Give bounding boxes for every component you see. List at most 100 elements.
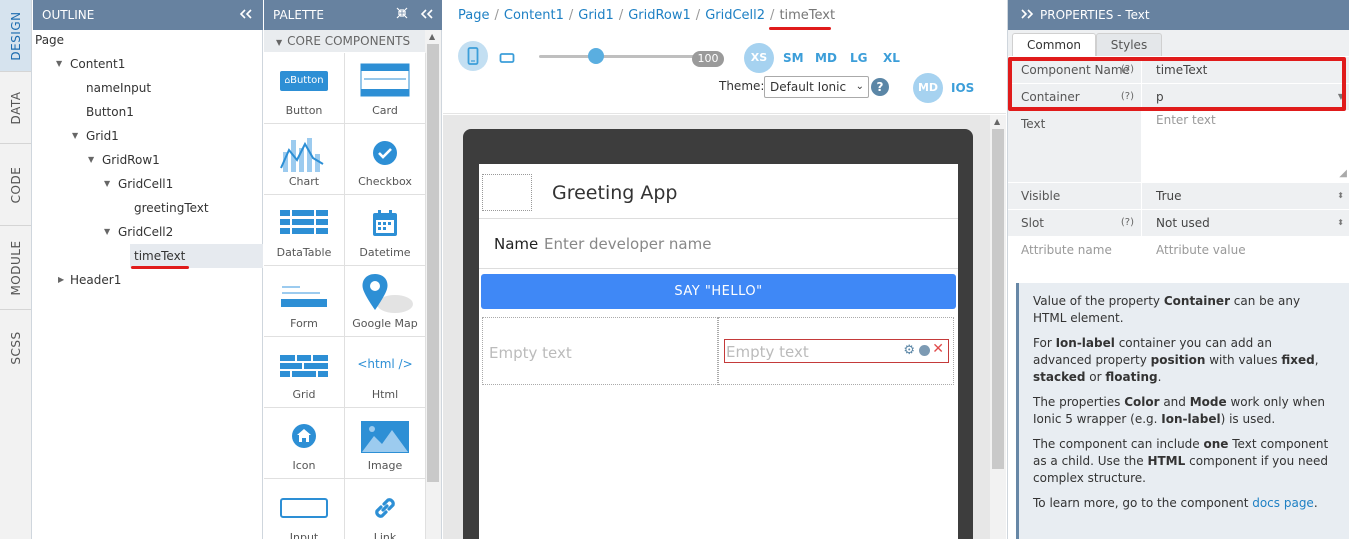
tree-node-nameinput[interactable]: nameInput [86, 76, 151, 100]
zoom-slider[interactable] [539, 55, 699, 58]
tree-node-greetingtext[interactable]: greetingText [134, 196, 209, 220]
expanded-caret-icon[interactable]: ▼ [104, 172, 110, 196]
palette-scrollbar[interactable]: ▲ [425, 30, 441, 539]
palette-item-datetime[interactable]: Datetime [345, 195, 426, 266]
expand-panel-icon[interactable] [1020, 8, 1034, 23]
hide-icon[interactable] [919, 345, 930, 356]
tree-node-timetext[interactable]: timeText [130, 244, 263, 268]
canvas-scrollbar[interactable]: ▲ [990, 115, 1006, 539]
preview-grid-cell-1[interactable]: Empty text [482, 317, 718, 385]
palette-item-checkbox[interactable]: Checkbox [345, 124, 426, 195]
collapse-outline-icon[interactable] [239, 8, 253, 23]
info-paragraph: The properties Color and Mode work only … [1033, 395, 1325, 426]
breakpoint-sm[interactable]: SM [783, 51, 804, 65]
palette-item-label: DataTable [276, 246, 332, 259]
tab-module[interactable]: MODULE [0, 226, 31, 310]
palette-item-button[interactable]: ⌂Button Button [264, 53, 345, 124]
tab-scss[interactable]: SCSS [0, 310, 31, 386]
breakpoint-lg[interactable]: LG [850, 51, 868, 65]
breadcrumb-page[interactable]: Page [458, 8, 489, 23]
scroll-thumb[interactable] [992, 129, 1004, 469]
palette-item-chart[interactable]: Chart [264, 124, 345, 195]
mode-md-button[interactable]: MD [913, 73, 943, 103]
scroll-up-icon[interactable]: ▲ [994, 117, 1000, 126]
tree-node-header1[interactable]: ▶ Header1 [58, 268, 121, 292]
visible-select[interactable]: True ⬍ [1142, 183, 1349, 209]
expanded-caret-icon[interactable]: ▼ [56, 52, 62, 76]
theme-label: Theme: [719, 79, 765, 93]
gear-icon[interactable]: ⚙ [903, 343, 915, 358]
phone-portrait-icon[interactable] [458, 41, 488, 71]
close-icon[interactable]: ✕ [932, 341, 944, 357]
palette-item-html[interactable]: <html /> Html [345, 337, 426, 408]
palette-item-google-map[interactable]: Google Map [345, 266, 426, 337]
docs-page-link[interactable]: docs page [1252, 496, 1314, 510]
preview-grid-cell-2[interactable]: Empty text ⚙ ✕ [718, 317, 954, 385]
properties-panel: PROPERTIES - Text Common Styles Componen… [1007, 0, 1349, 539]
scroll-thumb[interactable] [427, 44, 439, 482]
palette-item-icon[interactable]: Icon [264, 408, 345, 479]
text-textarea[interactable]: Enter text ◢ [1142, 111, 1349, 182]
input-icon [280, 498, 328, 518]
tree-node-gridcell1[interactable]: ▼ GridCell1 [104, 172, 173, 196]
collapse-palette-icon[interactable] [420, 8, 434, 23]
scroll-up-icon[interactable]: ▲ [429, 32, 435, 41]
preview-header-button-slot[interactable] [482, 174, 532, 211]
mode-ios-button[interactable]: IOS [951, 81, 974, 95]
theme-select[interactable]: Default Ionic ⌄ [764, 76, 869, 98]
slot-select[interactable]: Not used ⬍ [1142, 210, 1349, 236]
palette-item-datatable[interactable]: DataTable [264, 195, 345, 266]
tab-data[interactable]: DATA [0, 72, 31, 144]
breakpoint-xl[interactable]: XL [883, 51, 900, 65]
expanded-caret-icon[interactable]: ▼ [72, 124, 78, 148]
palette-item-input[interactable]: Input [264, 479, 345, 539]
palette-section-header[interactable]: ▼ CORE COMPONENTS [264, 30, 426, 52]
help-icon[interactable]: (?) [1121, 217, 1134, 228]
phone-landscape-icon[interactable] [499, 52, 515, 67]
attribute-name-input[interactable]: Attribute name [1008, 237, 1141, 262]
card-icon [360, 63, 410, 100]
preview-time-text-selected[interactable]: Empty text ⚙ ✕ [724, 339, 949, 363]
tree-node-grid1[interactable]: ▼ Grid1 [72, 124, 119, 148]
tab-styles[interactable]: Styles [1096, 33, 1162, 56]
preview-name-input[interactable]: Enter developer name [544, 235, 711, 253]
preview-greeting-text[interactable]: Empty text [489, 344, 572, 362]
palette-item-card[interactable]: Card [345, 53, 426, 124]
outline-panel: OUTLINE Page ▼ Content1 nameInput Button1… [33, 0, 263, 539]
preview-time-text: Empty text [726, 343, 809, 361]
expanded-caret-icon[interactable]: ▼ [104, 220, 110, 244]
tree-node-gridrow1[interactable]: ▼ GridRow1 [88, 148, 160, 172]
palette-item-image[interactable]: Image [345, 408, 426, 479]
preview-header[interactable]: Greeting App [479, 164, 958, 219]
tab-common[interactable]: Common [1012, 33, 1096, 56]
palette-item-label: Card [372, 104, 398, 117]
breadcrumb: Page / Content1/Grid1/GridRow1/GridCell2/t… [458, 8, 836, 23]
attribute-value-input[interactable]: Attribute value [1142, 237, 1349, 262]
breadcrumb-content1[interactable]: Content1 [504, 8, 564, 23]
tree-node-button1[interactable]: Button1 [86, 100, 134, 124]
palette-item-grid[interactable]: Grid [264, 337, 345, 408]
palette-item-form[interactable]: Form [264, 266, 345, 337]
preview-header-title[interactable]: Greeting App [552, 182, 678, 204]
preview-name-item[interactable]: Name Enter developer name [479, 220, 958, 269]
palette-item-link[interactable]: Link [345, 479, 426, 539]
table-icon [279, 209, 329, 238]
resize-handle-icon[interactable]: ◢ [1339, 168, 1347, 179]
help-icon[interactable]: ? [871, 78, 889, 96]
tab-design-label: DESIGN [8, 10, 23, 61]
breadcrumb-gridrow1[interactable]: GridRow1 [628, 8, 691, 23]
collapse-all-icon[interactable] [396, 7, 408, 22]
breadcrumb-gridcell2[interactable]: GridCell2 [705, 8, 765, 23]
breakpoint-md[interactable]: MD [815, 51, 837, 65]
breakpoint-xs[interactable]: XS [744, 43, 774, 73]
zoom-slider-handle[interactable] [588, 48, 604, 64]
tree-node-content1[interactable]: ▼ Content1 [56, 52, 125, 76]
collapsed-caret-icon[interactable]: ▶ [58, 268, 64, 292]
tab-code[interactable]: CODE [0, 144, 31, 226]
tree-node-gridcell2[interactable]: ▼ GridCell2 [104, 220, 173, 244]
tree-node-page[interactable]: Page [35, 28, 64, 52]
expanded-caret-icon[interactable]: ▼ [88, 148, 94, 172]
tab-design[interactable]: DESIGN [0, 0, 31, 72]
breadcrumb-grid1[interactable]: Grid1 [578, 8, 614, 23]
preview-say-hello-button[interactable]: SAY "HELLO" [481, 274, 956, 309]
